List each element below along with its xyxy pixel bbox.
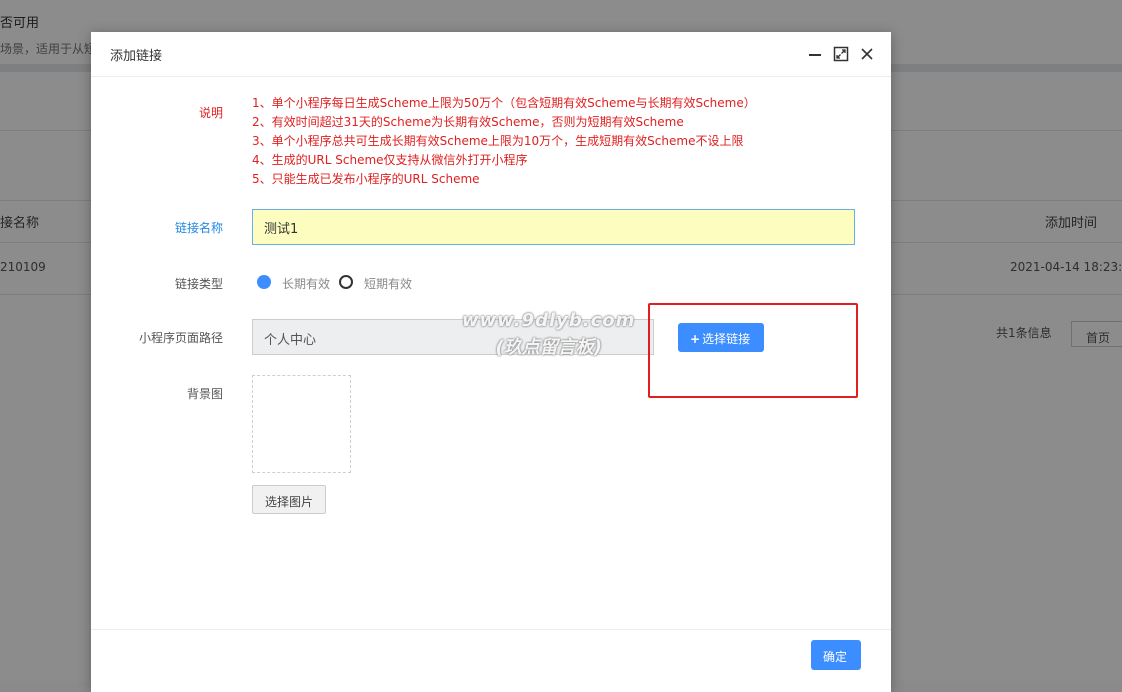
dialog-header: 添加链接 [91,32,891,77]
background-image-label: 背景图 [186,387,223,401]
minimize-icon[interactable] [807,46,823,62]
link-type-label: 链接类型 [174,277,223,291]
radio-long-term[interactable] [257,275,271,289]
radio-short-term[interactable] [339,275,353,289]
radio-short-term-label[interactable]: 短期有效 [364,275,412,292]
dialog-title: 添加链接 [110,49,163,64]
watermark: www.9dlyb.com (玖点留言板) [462,310,635,359]
note-item: 5、只能生成已发布小程序的URL Scheme [252,172,480,186]
maximize-icon[interactable] [833,46,849,62]
highlight-annotation-box [648,303,858,398]
notes-list: 1、单个小程序每日生成Scheme上限为50万个（包含短期有效Scheme与长期… [252,94,756,189]
page-path-label: 小程序页面路径 [138,331,223,345]
watermark-caption: (玖点留言板) [495,337,602,358]
add-link-dialog: 添加链接 说明 1、单个小程序每日生成Scheme上限为50万个（包含短期有效S… [91,32,891,692]
select-image-button[interactable]: 选择图片 [252,485,326,514]
link-name-label: 链接名称 [174,221,223,235]
dialog-footer-divider [91,629,891,630]
note-item: 4、生成的URL Scheme仅支持从微信外打开小程序 [252,153,528,167]
confirm-button[interactable]: 确定 [811,640,861,670]
link-name-input[interactable]: 测试1 [252,209,855,245]
note-item: 2、有效时间超过31天的Scheme为长期有效Scheme，否则为短期有效Sch… [252,115,684,129]
note-item: 3、单个小程序总共可生成长期有效Scheme上限为10万个，生成短期有效Sche… [252,134,744,148]
watermark-url: www.9dlyb.com [462,310,636,331]
notes-label: 说明 [198,106,223,120]
radio-long-term-label[interactable]: 长期有效 [282,275,330,292]
close-icon[interactable] [859,46,875,62]
note-item: 1、单个小程序每日生成Scheme上限为50万个（包含短期有效Scheme与长期… [252,96,756,110]
image-upload-placeholder[interactable] [252,375,351,473]
